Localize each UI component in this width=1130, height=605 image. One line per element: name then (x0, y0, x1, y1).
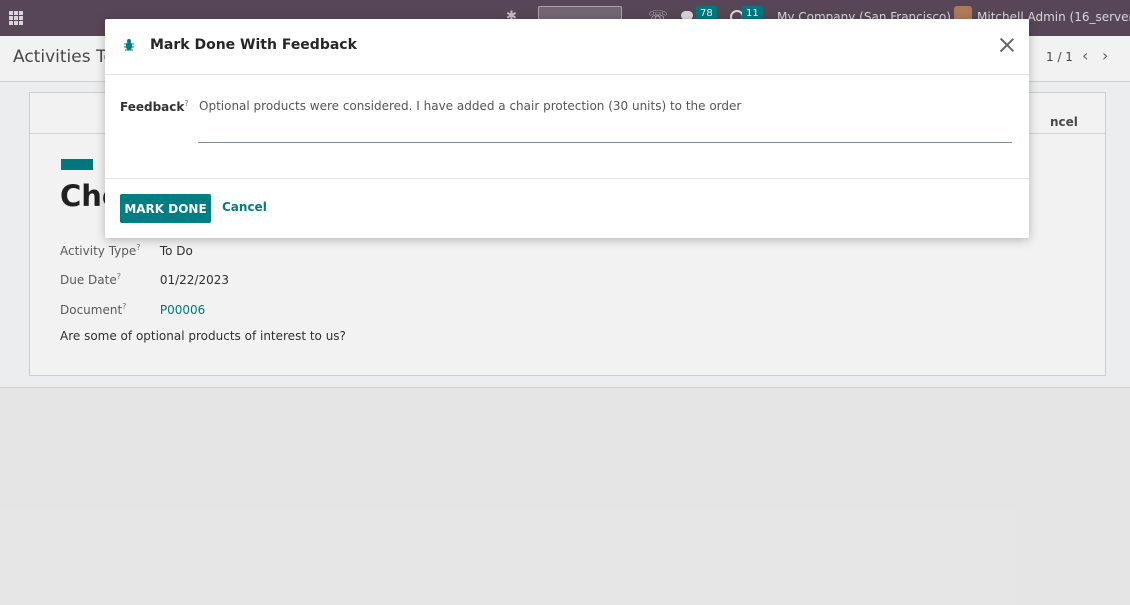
dialog-title: Mark Done With Feedback (150, 37, 357, 53)
help-mark[interactable]: ? (184, 99, 188, 108)
cancel-button[interactable]: Cancel (222, 200, 267, 214)
feedback-textarea[interactable]: Optional products were considered. I hav… (198, 97, 1012, 143)
dialog-footer: MARK DONE Cancel (105, 179, 1029, 238)
close-icon[interactable] (998, 36, 1016, 54)
mark-done-dialog: Mark Done With Feedback Feedback? Option… (105, 19, 1029, 238)
dialog-body: Feedback? Optional products were conside… (105, 74, 1029, 179)
dialog-header: Mark Done With Feedback (105, 19, 1029, 75)
bug-icon (124, 39, 134, 51)
feedback-label: Feedback (120, 100, 185, 114)
mark-done-button[interactable]: MARK DONE (120, 194, 211, 223)
